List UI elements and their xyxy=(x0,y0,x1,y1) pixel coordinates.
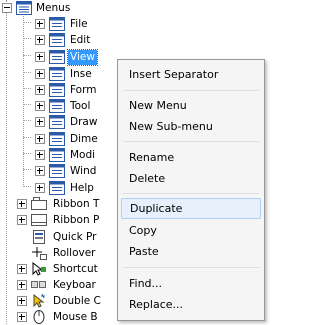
expand-toggle-icon[interactable] xyxy=(35,117,45,127)
tree-node-menu[interactable]: Draw xyxy=(0,114,120,130)
tree-node-shortcut-keys[interactable]: Shortcut xyxy=(0,261,120,277)
menu-icon xyxy=(49,148,65,162)
mouse-icon xyxy=(33,310,45,324)
tree-node-label: Wind xyxy=(70,165,97,177)
expand-toggle-icon[interactable] xyxy=(35,19,45,29)
tree-node-menu[interactable]: Form xyxy=(0,82,120,98)
tree-node-double-click[interactable]: Double C xyxy=(0,293,120,309)
context-menu: Insert Separator New Menu New Sub-menu R… xyxy=(117,59,265,321)
menu-item-duplicate[interactable]: Duplicate xyxy=(121,198,261,219)
tree-node-label: Dime xyxy=(70,133,98,145)
tree-node-label: Ribbon P xyxy=(53,214,100,226)
tree-node-label: Quick Pr xyxy=(53,231,97,243)
rollover-icon xyxy=(32,247,47,260)
menu-item-new-menu[interactable]: New Menu xyxy=(121,95,261,116)
tree-node-label: Help xyxy=(70,182,94,194)
quick-properties-icon xyxy=(33,230,45,244)
keyboard-icon xyxy=(31,281,46,288)
tree-node-rollover[interactable]: Rollover xyxy=(0,245,120,261)
menu-item-insert-separator[interactable]: Insert Separator xyxy=(121,64,261,85)
expand-toggle-icon[interactable] xyxy=(35,183,45,193)
menu-icon xyxy=(49,181,65,195)
expand-toggle-icon[interactable] xyxy=(17,199,27,209)
tree-node-menu[interactable]: Inse xyxy=(0,66,120,82)
tree-node-label: Keyboar xyxy=(53,279,96,291)
menu-item-rename[interactable]: Rename xyxy=(121,147,261,168)
expand-toggle-icon[interactable] xyxy=(35,166,45,176)
double-click-icon xyxy=(33,294,45,308)
tree-node-label: Mouse B xyxy=(53,311,98,323)
tree-node-label: Modi xyxy=(70,149,96,161)
menu-icon xyxy=(49,17,65,31)
menu-icon xyxy=(49,164,65,178)
tree-node-menu-selected[interactable]: View xyxy=(0,49,120,66)
tree-node-label: Tool xyxy=(70,100,91,112)
tree-node-label: Ribbon T xyxy=(53,198,100,210)
tree-node-label: Draw xyxy=(70,116,98,128)
tree-node-menu[interactable]: Modi xyxy=(0,147,120,163)
tree-node-label: Shortcut xyxy=(53,263,98,275)
tree-node-menu[interactable]: Tool xyxy=(0,98,120,114)
menu-item-delete[interactable]: Delete xyxy=(121,168,261,189)
expand-toggle-icon[interactable] xyxy=(35,52,45,62)
expand-toggle-icon[interactable] xyxy=(17,264,27,274)
expand-toggle-icon[interactable] xyxy=(35,101,45,111)
expand-toggle-icon[interactable] xyxy=(35,85,45,95)
tree-node-label: Menus xyxy=(36,2,71,14)
menu-item-new-sub-menu[interactable]: New Sub-menu xyxy=(121,116,261,137)
tree-node-menu[interactable]: File xyxy=(0,16,120,32)
tree-node-label: Double C xyxy=(53,295,101,307)
menu-icon xyxy=(49,50,65,64)
menu-item-replace[interactable]: Replace... xyxy=(121,294,261,315)
menu-icon xyxy=(49,99,65,113)
menu-separator xyxy=(123,90,259,91)
expand-toggle-icon[interactable] xyxy=(35,150,45,160)
expand-toggle-icon[interactable] xyxy=(35,69,45,79)
tree-node-quick-properties[interactable]: Quick Pr xyxy=(0,229,120,245)
tree-node-label: Rollover xyxy=(53,247,96,259)
menu-item-paste[interactable]: Paste xyxy=(121,241,261,262)
menu-icon xyxy=(49,115,65,129)
tree-node-label: Inse xyxy=(70,68,92,80)
tree-node-mouse-buttons[interactable]: Mouse B xyxy=(0,309,120,325)
tree-node-label: File xyxy=(70,18,88,30)
tree-node-menu[interactable]: Wind xyxy=(0,163,120,179)
expand-toggle-icon[interactable] xyxy=(35,35,45,45)
menu-item-copy[interactable]: Copy xyxy=(121,220,261,241)
ribbon-panel-icon xyxy=(31,214,47,226)
tree-node-menu[interactable]: Edit xyxy=(0,32,120,48)
menu-separator xyxy=(123,267,259,268)
tree-node-ribbon-tabs[interactable]: Ribbon T xyxy=(0,196,120,212)
tree-node-keyboard[interactable]: Keyboar xyxy=(0,277,120,293)
menu-separator xyxy=(123,141,259,142)
tree-node-label: View xyxy=(67,49,98,66)
tree-node-menu[interactable]: Help xyxy=(0,180,120,196)
shortcut-icon xyxy=(32,262,46,276)
menu-icon xyxy=(49,83,65,97)
menu-icon xyxy=(49,33,65,47)
menu-icon xyxy=(49,132,65,146)
tree-node-label: Form xyxy=(70,84,97,96)
expand-toggle-icon[interactable] xyxy=(17,215,27,225)
expand-toggle-icon[interactable] xyxy=(17,296,27,306)
expand-toggle-icon[interactable] xyxy=(17,280,27,290)
menu-icon xyxy=(49,67,65,81)
tree-node-menu[interactable]: Dime xyxy=(0,131,120,147)
tree-node-ribbon-panels[interactable]: Ribbon P xyxy=(0,212,120,228)
tree-node-label: Edit xyxy=(70,34,91,46)
menu-folder-icon xyxy=(16,1,32,15)
tree-node-menus[interactable]: Menus xyxy=(0,0,120,16)
ribbon-icon xyxy=(31,197,47,210)
menu-item-find[interactable]: Find... xyxy=(121,273,261,294)
expand-toggle-icon[interactable] xyxy=(35,134,45,144)
menu-separator xyxy=(123,193,259,194)
collapse-toggle-icon[interactable] xyxy=(2,3,12,13)
expand-toggle-icon[interactable] xyxy=(17,312,27,322)
